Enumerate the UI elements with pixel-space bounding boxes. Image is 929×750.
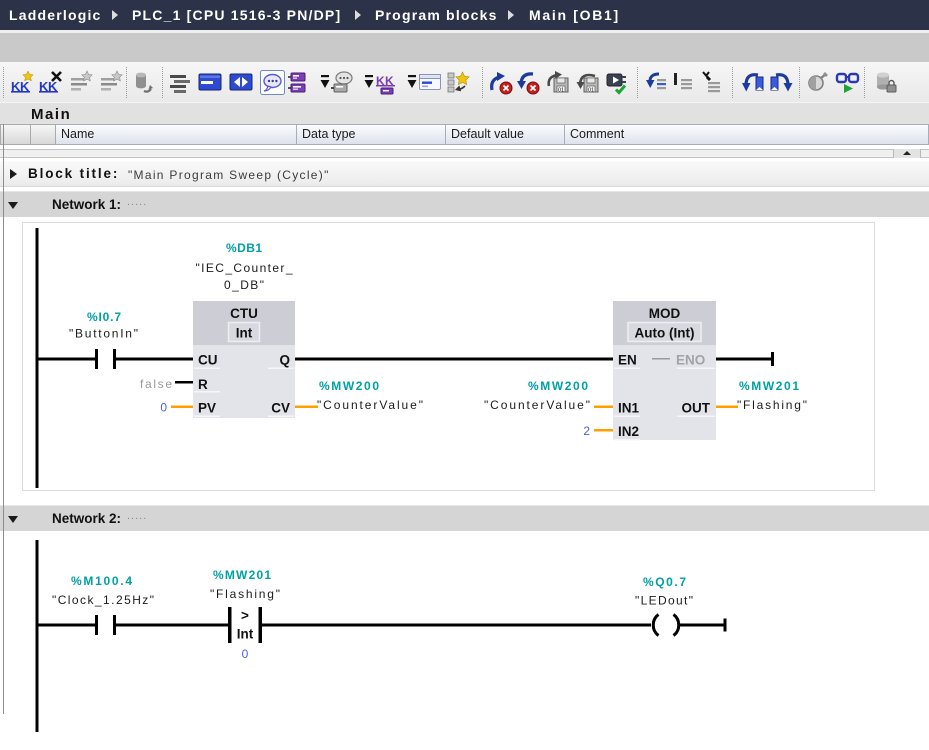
svg-text:"Flashing": "Flashing" bbox=[210, 587, 280, 601]
svg-text:MOD: MOD bbox=[649, 306, 681, 321]
svg-text:01: 01 bbox=[588, 88, 594, 94]
svg-text:2: 2 bbox=[583, 424, 590, 438]
svg-text:CU: CU bbox=[198, 353, 218, 368]
svg-text:0: 0 bbox=[242, 647, 249, 661]
svg-text:"Clock_1.25Hz": "Clock_1.25Hz" bbox=[52, 593, 154, 607]
svg-text:"CounterValue": "CounterValue" bbox=[317, 398, 423, 412]
svg-text:Int: Int bbox=[237, 627, 254, 642]
svg-text:Q: Q bbox=[279, 353, 290, 368]
svg-text:%MW201: %MW201 bbox=[213, 568, 271, 582]
svg-text:Auto (Int): Auto (Int) bbox=[635, 326, 695, 341]
svg-text:01: 01 bbox=[558, 88, 564, 94]
svg-text:Int: Int bbox=[236, 326, 253, 341]
svg-text:"Flashing": "Flashing" bbox=[737, 398, 807, 412]
svg-text:>: > bbox=[241, 608, 249, 623]
svg-text:%Q0.7: %Q0.7 bbox=[643, 575, 686, 589]
svg-text:OUT: OUT bbox=[682, 401, 711, 416]
svg-text:%MW200: %MW200 bbox=[319, 379, 379, 393]
svg-text:"CounterValue": "CounterValue" bbox=[484, 398, 590, 412]
svg-text:0_DB": 0_DB" bbox=[224, 278, 264, 292]
svg-text:IN2: IN2 bbox=[618, 424, 639, 439]
svg-text:%I0.7: %I0.7 bbox=[87, 310, 121, 324]
svg-text:IN1: IN1 bbox=[618, 401, 640, 416]
svg-text:R: R bbox=[198, 377, 208, 392]
svg-text:CTU: CTU bbox=[230, 306, 258, 321]
svg-text:ENO: ENO bbox=[676, 353, 705, 368]
svg-text:CV: CV bbox=[271, 401, 290, 416]
svg-text:PV: PV bbox=[198, 401, 216, 416]
svg-text:%MW200: %MW200 bbox=[528, 379, 588, 393]
svg-text:"LEDout": "LEDout" bbox=[635, 594, 693, 608]
svg-text:EN: EN bbox=[618, 353, 637, 368]
svg-text:0: 0 bbox=[160, 401, 167, 415]
svg-text:%MW201: %MW201 bbox=[739, 379, 799, 393]
svg-text:%DB1: %DB1 bbox=[226, 241, 262, 255]
svg-text:"IEC_Counter_: "IEC_Counter_ bbox=[196, 261, 293, 275]
svg-text:"ButtonIn": "ButtonIn" bbox=[69, 327, 138, 341]
svg-text:%M100.4: %M100.4 bbox=[71, 574, 132, 588]
svg-text:false: false bbox=[140, 377, 172, 391]
